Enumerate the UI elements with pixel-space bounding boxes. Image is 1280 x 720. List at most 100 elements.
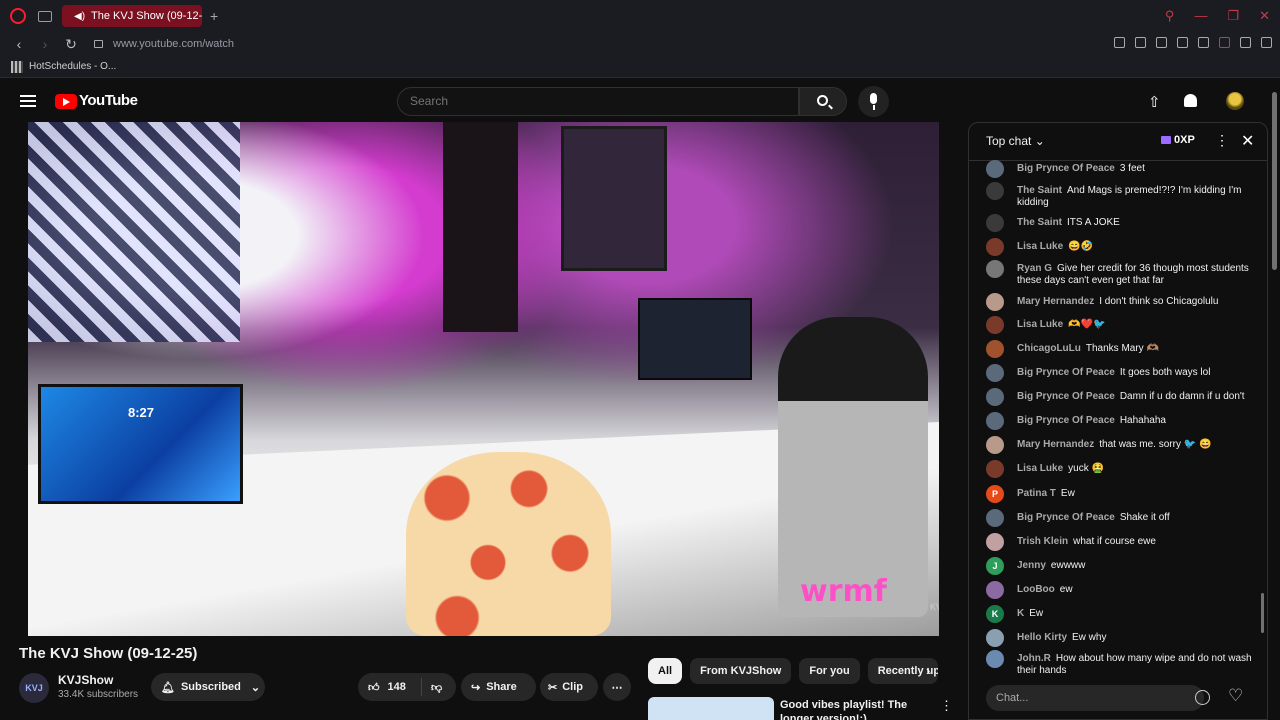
chat-author-avatar[interactable] — [986, 182, 1004, 200]
notifications-bell-icon[interactable] — [1184, 94, 1197, 107]
create-upload-icon[interactable]: ⇧ — [1148, 93, 1161, 111]
easy-setup-icon[interactable] — [1261, 37, 1272, 48]
chip-from-channel[interactable]: From KVJShow — [690, 658, 792, 684]
search-button[interactable] — [799, 87, 847, 116]
chat-author-name[interactable]: Ryan G — [1017, 263, 1052, 274]
share-button[interactable]: ↪ Share — [461, 673, 536, 701]
chevron-right-icon[interactable]: › — [926, 663, 930, 678]
recommendation-title[interactable]: Good vibes playlist! The longer version!… — [780, 698, 930, 720]
youtube-logo-icon[interactable] — [55, 94, 77, 109]
chat-author-name[interactable]: The Saint — [1017, 217, 1062, 228]
chat-author-avatar[interactable] — [986, 509, 1004, 527]
chat-message[interactable]: Lisa Luke 😄🤣 — [986, 238, 1256, 256]
chat-author-name[interactable]: ChicagoLuLu — [1017, 343, 1081, 354]
voice-search-mic-icon[interactable] — [858, 86, 889, 117]
chat-author-avatar[interactable]: J — [986, 557, 1004, 575]
chat-author-avatar[interactable] — [986, 629, 1004, 647]
chat-author-avatar[interactable] — [986, 293, 1004, 311]
dislike-button[interactable]: 👎︎ — [422, 681, 442, 694]
chat-author-name[interactable]: Mary Hernandez — [1017, 439, 1094, 450]
search-tabs-icon[interactable]: ⚲ — [1165, 8, 1175, 24]
chat-message[interactable]: Ryan G Give her credit for 36 though most… — [986, 260, 1256, 287]
account-icon[interactable] — [1219, 37, 1230, 48]
chat-mode-dropdown[interactable]: Top chat ⌄ — [986, 134, 1045, 148]
browser-tab-active[interactable]: ◀) The KVJ Show (09-12- — [62, 5, 202, 27]
chat-message[interactable]: Big Prynce Of Peace It goes both ways lol — [986, 364, 1256, 382]
chat-message[interactable]: Big Prynce Of Peace Hahahaha — [986, 412, 1256, 430]
chat-author-avatar[interactable] — [986, 436, 1004, 454]
chat-author-avatar[interactable]: P — [986, 485, 1004, 503]
chat-author-name[interactable]: Patina T — [1017, 488, 1056, 499]
tab-switcher-icon[interactable] — [38, 10, 52, 22]
url-field[interactable]: www.youtube.com/watch — [113, 38, 234, 50]
subscribed-button[interactable]: 🔔︎ Subscribed ⌄ — [151, 673, 265, 701]
chat-message[interactable]: ChicagoLuLu Thanks Mary 🫶🏽 — [986, 340, 1256, 358]
chat-author-avatar[interactable] — [986, 316, 1004, 334]
youtube-logo-text[interactable]: YouTube — [79, 92, 138, 109]
chat-author-avatar[interactable]: K — [986, 605, 1004, 623]
chat-message[interactable]: J Jenny ewwww — [986, 557, 1256, 575]
chat-author-name[interactable]: Jenny — [1017, 560, 1046, 571]
chat-author-avatar[interactable] — [986, 238, 1004, 256]
chat-author-avatar[interactable] — [986, 533, 1004, 551]
chat-author-avatar[interactable] — [986, 214, 1004, 232]
clip-button[interactable]: ✂ Clip — [540, 673, 598, 701]
account-avatar[interactable] — [1226, 92, 1244, 110]
chat-author-name[interactable]: Hello Kirty — [1017, 632, 1067, 643]
chat-author-avatar[interactable] — [986, 364, 1004, 382]
chat-message[interactable]: LooBoo ew — [986, 581, 1256, 599]
search-input[interactable] — [410, 94, 770, 108]
chat-options-icon[interactable]: ⋮ — [1215, 132, 1229, 149]
pin-icon[interactable] — [1114, 37, 1125, 48]
chat-scrollbar[interactable] — [1261, 593, 1264, 633]
page-scrollbar[interactable] — [1272, 92, 1277, 270]
video-player[interactable]: 8:27 wrmf KVJ — [28, 122, 939, 636]
chat-message[interactable]: Trish Klein what if course ewe — [986, 533, 1256, 551]
chat-author-name[interactable]: Big Prynce Of Peace — [1017, 512, 1115, 523]
reaction-heart-icon[interactable]: ♡ — [1228, 686, 1243, 706]
chat-author-name[interactable]: Lisa Luke — [1017, 319, 1063, 330]
chat-message[interactable]: Big Prynce Of Peace Damn if u do damn if … — [986, 388, 1256, 406]
chat-author-name[interactable]: Big Prynce Of Peace — [1017, 415, 1115, 426]
recommendation-thumbnail[interactable] — [648, 697, 774, 720]
chat-author-avatar[interactable] — [986, 460, 1004, 478]
audio-playing-icon[interactable]: ◀) — [74, 11, 85, 22]
chat-author-name[interactable]: Big Prynce Of Peace — [1017, 163, 1115, 174]
favorite-heart-icon[interactable] — [1198, 37, 1209, 48]
back-button[interactable]: ‹ — [12, 36, 26, 52]
chat-message[interactable]: The Saint ITS A JOKE — [986, 214, 1256, 232]
chat-author-name[interactable]: John.R — [1017, 653, 1051, 664]
chat-author-name[interactable]: K — [1017, 608, 1024, 619]
chat-author-avatar[interactable] — [986, 388, 1004, 406]
chat-message[interactable]: Lisa Luke yuck 🤮 — [986, 460, 1256, 478]
chat-message[interactable]: John.R How about how many wipe and do not… — [986, 650, 1256, 673]
chat-author-avatar[interactable] — [986, 340, 1004, 358]
recommendation-more-icon[interactable]: ⋮ — [940, 698, 953, 714]
more-actions-button[interactable]: ⋯ — [603, 673, 631, 701]
chat-message[interactable]: Big Prynce Of Peace Shake it off — [986, 509, 1256, 527]
like-button[interactable]: 👍︎ 148 — [358, 678, 422, 696]
xp-badge[interactable]: 0XP — [1161, 134, 1195, 146]
chat-author-name[interactable]: The Saint — [1017, 185, 1062, 196]
bookmark-hotschedules[interactable]: HotSchedules - O... — [29, 61, 116, 72]
minimize-button[interactable]: — — [1194, 8, 1207, 24]
chat-author-name[interactable]: Lisa Luke — [1017, 241, 1063, 252]
chat-message[interactable]: K K Ew — [986, 605, 1256, 623]
chat-author-name[interactable]: Mary Hernandez — [1017, 296, 1094, 307]
download-icon[interactable] — [1240, 37, 1251, 48]
chat-author-avatar[interactable] — [986, 160, 1004, 178]
chip-all[interactable]: All — [648, 658, 683, 684]
chat-author-name[interactable]: Trish Klein — [1017, 536, 1068, 547]
guide-menu-icon[interactable] — [20, 95, 36, 107]
close-window-button[interactable]: ✕ — [1259, 8, 1270, 24]
forward-button[interactable]: › — [38, 36, 52, 52]
restore-button[interactable]: ❐ — [1227, 8, 1239, 24]
browser-logo-icon[interactable] — [10, 8, 26, 24]
emoji-picker-icon[interactable] — [1195, 690, 1210, 705]
chat-author-name[interactable]: Lisa Luke — [1017, 463, 1063, 474]
chat-message[interactable]: P Patina T Ew — [986, 485, 1256, 503]
chat-input[interactable]: Chat... — [986, 685, 1204, 711]
chat-message[interactable]: Hello Kirty Ew why — [986, 629, 1256, 647]
chat-message[interactable]: The Saint And Mags is premed!?!? I'm kidd… — [986, 182, 1256, 209]
vpn-shield-icon[interactable] — [1156, 37, 1167, 48]
